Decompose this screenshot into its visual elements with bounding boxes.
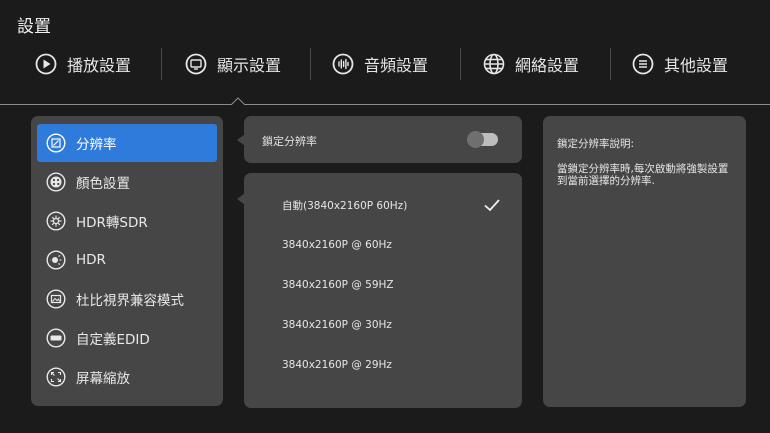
tab-label: 播放設置: [67, 56, 132, 75]
lock-resolution-toggle[interactable]: [467, 131, 498, 148]
sidebar-item-hdr-to-sdr[interactable]: HDR轉SDR: [37, 202, 217, 240]
sidebar-item-screen-scale[interactable]: 屏幕縮放: [37, 358, 217, 396]
tab-divider: [460, 48, 461, 80]
resolution-option-59hz[interactable]: 3840x2160P @ 59HZ: [244, 265, 522, 305]
tab-label: 其他設置: [664, 56, 729, 75]
display-icon: [185, 53, 207, 75]
top-tab-bar: 播放設置 顯示設置 音頻設置 網絡設置 其他設置: [0, 44, 770, 84]
checkmark-icon: [484, 199, 500, 212]
sidebar-item-custom-edid[interactable]: 自定義EDID: [37, 319, 217, 357]
resolution-option-label: 3840x2160P @ 60Hz: [282, 239, 392, 251]
toggle-knob: [467, 131, 484, 148]
description-title: 鎖定分辨率說明:: [557, 138, 635, 150]
tab-label: 網絡設置: [515, 56, 580, 75]
tab-display-settings[interactable]: 顯示設置: [185, 44, 281, 84]
audio-icon: [332, 53, 354, 75]
resolution-option-label: 3840x2160P @ 29Hz: [282, 359, 392, 371]
dolby-vision-icon: [46, 289, 66, 309]
tab-label: 音頻設置: [364, 56, 429, 75]
play-icon: [35, 53, 57, 75]
palette-icon: [46, 172, 66, 192]
sidebar-panel: 分辨率 顏色設置 HDR轉SDR HDR 杜比視界兼容模式 自定義EDID 屏幕…: [31, 116, 223, 406]
tab-divider: [610, 48, 611, 80]
resolution-option-30hz[interactable]: 3840x2160P @ 30Hz: [244, 305, 522, 345]
sidebar-item-color-settings[interactable]: 顏色設置: [37, 163, 217, 201]
edid-icon: [46, 328, 66, 348]
panel-notch: [237, 134, 245, 146]
description-body: 當鎖定分辨率時,每次啟動將強製設置到當前選擇的分辨率.: [557, 163, 729, 187]
tab-network-settings[interactable]: 網絡設置: [483, 44, 579, 84]
sidebar-item-label: 屏幕縮放: [76, 371, 130, 387]
lock-resolution-label: 鎖定分辨率: [262, 135, 317, 148]
tab-label: 顯示設置: [217, 56, 282, 75]
sidebar-item-hdr[interactable]: HDR: [37, 241, 217, 279]
tab-divider: [310, 48, 311, 80]
tab-playback-settings[interactable]: 播放設置: [35, 44, 131, 84]
sidebar-item-label: 顏色設置: [76, 176, 130, 192]
sidebar-item-dolby-vision-compat[interactable]: 杜比視界兼容模式: [37, 280, 217, 318]
hdr-to-sdr-icon: [46, 211, 66, 231]
lock-resolution-panel: 鎖定分辨率: [237, 116, 522, 163]
description-panel: 鎖定分辨率說明: 當鎖定分辨率時,每次啟動將強製設置到當前選擇的分辨率.: [543, 116, 746, 407]
resolution-option-label: 3840x2160P @ 59HZ: [282, 279, 394, 291]
resolution-option-29hz[interactable]: 3840x2160P @ 29Hz: [244, 345, 522, 385]
resolution-option-label: 自動(3840x2160P 60Hz): [282, 199, 408, 212]
header-divider: [0, 104, 770, 105]
tab-divider: [161, 48, 162, 80]
sidebar-item-label: 自定義EDID: [76, 332, 150, 348]
hdr-icon: [46, 250, 66, 270]
resolution-option-auto[interactable]: 自動(3840x2160P 60Hz): [244, 185, 522, 225]
sidebar-item-label: HDR轉SDR: [76, 215, 148, 231]
active-tab-caret: [231, 97, 245, 105]
menu-icon: [632, 53, 654, 75]
page-title: 設置: [17, 17, 51, 37]
tab-other-settings[interactable]: 其他設置: [632, 44, 728, 84]
globe-icon: [483, 53, 505, 75]
resolution-option-60hz[interactable]: 3840x2160P @ 60Hz: [244, 225, 522, 265]
screen-scale-icon: [46, 367, 66, 387]
resolution-list-panel: 自動(3840x2160P 60Hz) 3840x2160P @ 60Hz 38…: [237, 173, 522, 408]
sidebar-item-label: HDR: [76, 252, 106, 268]
sidebar-item-label: 杜比視界兼容模式: [76, 293, 184, 309]
resolution-icon: [46, 133, 66, 153]
tab-audio-settings[interactable]: 音頻設置: [332, 44, 428, 84]
sidebar-item-resolution[interactable]: 分辨率: [37, 124, 217, 162]
sidebar-item-label: 分辨率: [76, 137, 117, 153]
resolution-option-label: 3840x2160P @ 30Hz: [282, 319, 392, 331]
